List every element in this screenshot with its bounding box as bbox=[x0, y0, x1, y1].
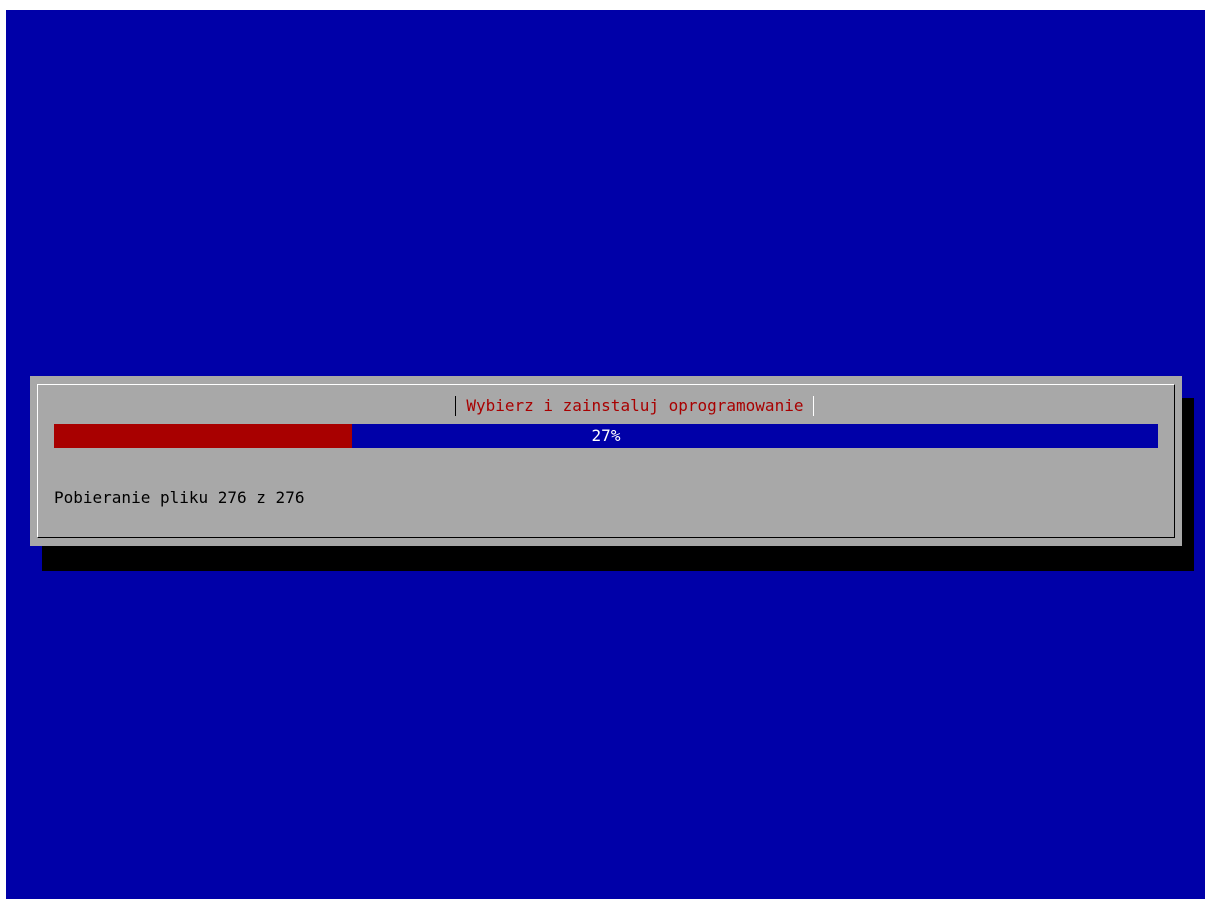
installer-screen: Wybierz i zainstaluj oprogramowanie 27% … bbox=[6, 10, 1205, 899]
progress-percent-label: 27% bbox=[591, 426, 621, 445]
progress-dialog: Wybierz i zainstaluj oprogramowanie 27% … bbox=[30, 376, 1182, 546]
progress-bar: 27% bbox=[54, 424, 1158, 448]
status-text: Pobieranie pliku 276 z 276 bbox=[54, 488, 305, 507]
dialog-title: Wybierz i zainstaluj oprogramowanie bbox=[455, 396, 815, 416]
